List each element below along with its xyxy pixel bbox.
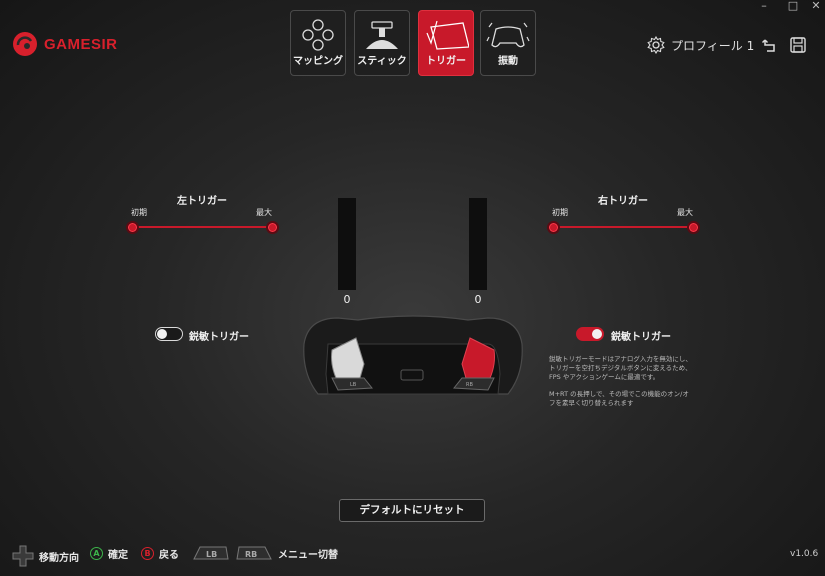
tab-vibration[interactable]: 振動 (480, 10, 536, 76)
right-sensitive-trigger-label: 鋭敏トリガー (611, 332, 671, 343)
right-sensitive-trigger-toggle[interactable] (576, 327, 604, 341)
right-trigger-title: 右トリガー (598, 196, 648, 207)
undo-icon[interactable] (761, 36, 779, 54)
vibration-controller-icon (486, 22, 530, 48)
tab-mapping-label: マッピング (293, 56, 343, 67)
toggle-knob (157, 329, 167, 339)
right-trigger-max-handle[interactable] (687, 221, 700, 234)
svg-text:LB: LB (206, 550, 217, 559)
save-icon[interactable] (789, 36, 807, 54)
left-trigger-title: 左トリガー (177, 196, 227, 207)
footer-menu-hint: LB RB メニュー切替 (192, 545, 338, 561)
rb-bumper-icon: RB (236, 546, 272, 560)
footer-move-hint: 移動方向 (12, 545, 79, 567)
dpad-icon (12, 545, 34, 567)
tab-stick-label: スティック (357, 56, 407, 67)
trigger-icon (426, 20, 469, 50)
left-trigger-value-bar (338, 198, 356, 290)
sensitive-trigger-description: 鋭敏トリガーモードはアナログ入力を無効にし、 トリガーを空打ちデジタルボタンに変… (549, 355, 714, 408)
right-trigger-max-label: 最大 (677, 208, 693, 217)
left-trigger-min-label: 初期 (131, 208, 147, 217)
left-trigger-slider-track (131, 226, 272, 228)
footer-menu-label: メニュー切替 (278, 549, 338, 561)
description-line: フを素早く切り替えられます (549, 399, 634, 407)
toggle-knob (592, 329, 602, 339)
right-bumper-shape (453, 377, 495, 391)
svg-text:RB: RB (245, 550, 257, 559)
right-trigger-value: 0 (474, 293, 482, 306)
left-trigger-min-handle[interactable] (126, 221, 139, 234)
maximize-button[interactable]: □ (783, 0, 803, 12)
app-version: v1.0.6 (790, 549, 819, 559)
description-line: トリガーを空打ちデジタルボタンに変えるため、 (549, 364, 692, 372)
left-trigger-value: 0 (343, 293, 351, 306)
right-trigger-min-handle[interactable] (547, 221, 560, 234)
dpad-buttons-icon (302, 19, 334, 51)
close-button[interactable]: ✕ (806, 0, 825, 12)
description-line: M+RT の長押しで、その場でこの機能のオン/オ (549, 390, 689, 398)
tab-mapping[interactable]: マッピング (290, 10, 346, 76)
joystick-icon (366, 21, 398, 49)
right-trigger-min-label: 初期 (552, 208, 568, 217)
gear-icon (647, 36, 665, 54)
right-trigger-slider-track (552, 226, 693, 228)
tab-stick[interactable]: スティック (354, 10, 410, 76)
left-sensitive-trigger-label: 鋭敏トリガー (189, 332, 249, 343)
left-trigger-max-handle[interactable] (266, 221, 279, 234)
footer-confirm-hint: A 確定 (90, 546, 128, 561)
brand-logo: GAMESIR (12, 31, 118, 57)
description-line: FPS やアクションゲームに最適です。 (549, 373, 660, 381)
brand-name: GAMESIR (44, 35, 118, 53)
tab-trigger[interactable]: トリガー (418, 10, 474, 76)
tab-vibration-label: 振動 (498, 56, 518, 67)
left-sensitive-trigger-toggle[interactable] (155, 327, 183, 341)
minimize-button[interactable]: – (754, 0, 774, 12)
footer-back-hint: B 戻る (141, 546, 179, 561)
profile-selector[interactable]: プロフィール 1 (647, 36, 754, 54)
profile-label: プロフィール 1 (671, 38, 755, 53)
gamesir-logo-icon (13, 32, 37, 56)
controller-rb-text: RB (466, 382, 473, 388)
left-trigger-max-label: 最大 (256, 208, 272, 217)
lb-bumper-icon: LB (193, 546, 229, 560)
description-line: 鋭敏トリガーモードはアナログ入力を無効にし、 (549, 355, 692, 363)
footer-move-label: 移動方向 (39, 552, 79, 564)
a-button-icon: A (90, 547, 103, 560)
footer-confirm-label: 確定 (108, 550, 128, 561)
right-trigger-value-bar (469, 198, 487, 290)
footer-back-label: 戻る (159, 550, 179, 561)
b-button-icon: B (141, 547, 154, 560)
reset-to-default-button[interactable]: デフォルトにリセット (339, 499, 485, 522)
tab-trigger-label: トリガー (426, 56, 466, 67)
controller-top-view: LB RB (303, 315, 523, 395)
controller-lb-text: LB (350, 382, 357, 388)
